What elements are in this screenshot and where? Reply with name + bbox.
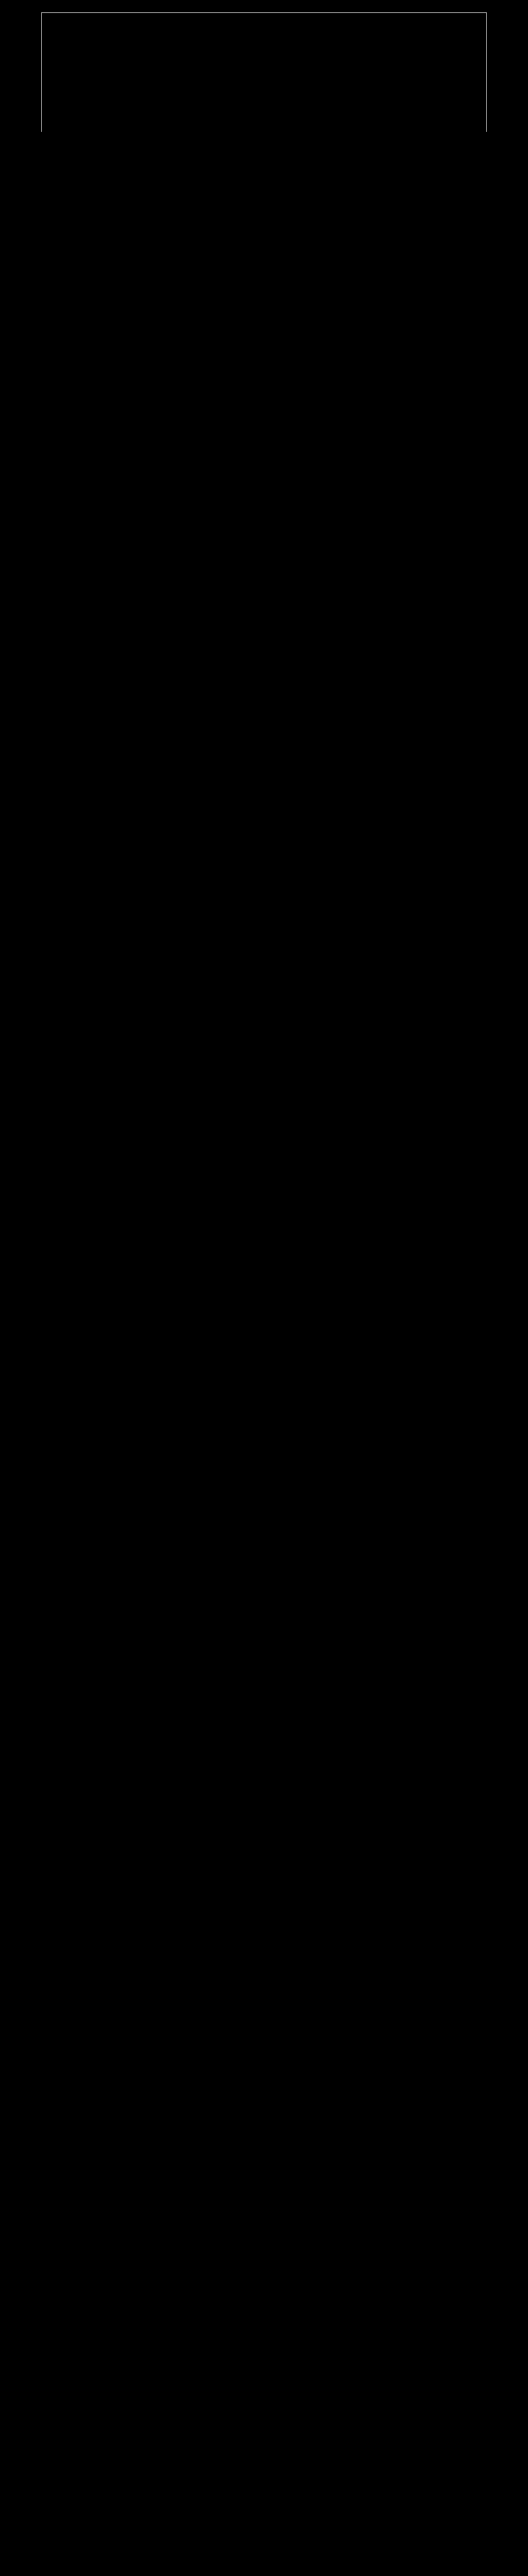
spectrogram-canvas [42,13,486,131]
spectrogram-stack [0,0,528,2576]
y-axis-line-right [486,12,487,132]
spectrogram-panel [0,0,528,176]
